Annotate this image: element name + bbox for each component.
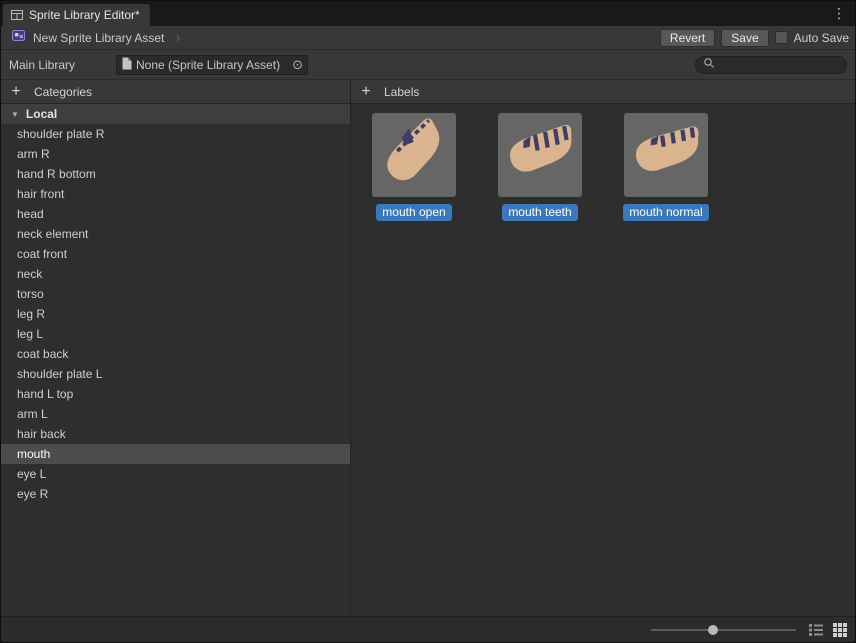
label-card[interactable]: mouth teeth	[498, 113, 582, 221]
label-name-badge[interactable]: mouth normal	[623, 204, 708, 221]
asset-file-icon	[121, 57, 132, 73]
category-label: shoulder plate L	[17, 367, 102, 381]
category-row[interactable]: shoulder plate L	[1, 364, 350, 384]
category-row[interactable]: coat front	[1, 244, 350, 264]
category-row[interactable]: neck	[1, 264, 350, 284]
thumbnail-size-slider[interactable]	[651, 622, 796, 638]
category-label: arm L	[17, 407, 48, 421]
breadcrumb-chevron-icon: ›	[175, 29, 180, 46]
toolbar: New Sprite Library Asset › Revert Save A…	[1, 26, 855, 50]
slider-track	[651, 629, 796, 631]
sprite-library-asset-icon	[11, 28, 27, 47]
auto-save-label: Auto Save	[794, 31, 849, 45]
save-button[interactable]: Save	[721, 29, 768, 47]
category-label: head	[17, 207, 44, 221]
sprite-library-editor-icon	[10, 8, 24, 22]
local-group-row[interactable]: ▼ Local	[1, 104, 350, 124]
label-pill-wrap: mouth normal	[623, 204, 708, 221]
category-row[interactable]: hair back	[1, 424, 350, 444]
add-category-button[interactable]: +	[9, 84, 23, 100]
sprite-image	[372, 113, 456, 197]
bottom-bar	[1, 616, 855, 642]
category-row[interactable]: arm L	[1, 404, 350, 424]
local-group-label: Local	[26, 107, 57, 121]
category-row[interactable]: eye R	[1, 484, 350, 504]
category-row[interactable]: head	[1, 204, 350, 224]
labels-grid: mouth open mouth teeth mouth normal	[351, 104, 855, 616]
label-pill-wrap: mouth open	[376, 204, 451, 221]
category-row[interactable]: shoulder plate R	[1, 124, 350, 144]
tab-bar: Sprite Library Editor* ⋮	[1, 1, 855, 26]
category-label: mouth	[17, 447, 50, 461]
main-library-object-field[interactable]: None (Sprite Library Asset) ⊙	[116, 55, 308, 75]
sprite-image	[498, 113, 582, 197]
main-library-label: Main Library	[9, 58, 116, 72]
kebab-menu-icon[interactable]: ⋮	[823, 5, 855, 22]
category-row[interactable]: coat back	[1, 344, 350, 364]
object-picker-icon[interactable]: ⊙	[291, 58, 304, 71]
list-view-icon[interactable]	[808, 622, 824, 638]
category-row[interactable]: torso	[1, 284, 350, 304]
category-label: hand L top	[17, 387, 73, 401]
foldout-icon[interactable]: ▼	[11, 110, 19, 119]
category-label: neck element	[17, 227, 88, 241]
sprite-thumbnail[interactable]	[498, 113, 582, 197]
category-row[interactable]: arm R	[1, 144, 350, 164]
category-row[interactable]: neck element	[1, 224, 350, 244]
category-row[interactable]: eye L	[1, 464, 350, 484]
category-label: hair back	[17, 427, 66, 441]
sprite-thumbnail[interactable]	[372, 113, 456, 197]
object-field-value: None (Sprite Library Asset)	[136, 58, 287, 72]
search-field[interactable]	[695, 56, 847, 74]
main-library-row: Main Library None (Sprite Library Asset)…	[1, 50, 855, 80]
category-label: leg R	[17, 307, 45, 321]
categories-panel: + Categories ▼ Local shoulder plate R ar…	[1, 80, 351, 616]
label-name-badge[interactable]: mouth teeth	[502, 204, 577, 221]
breadcrumb-label: New Sprite Library Asset	[33, 31, 164, 45]
category-label: shoulder plate R	[17, 127, 104, 141]
label-pill-wrap: mouth teeth	[502, 204, 577, 221]
sprite-library-editor-window: Sprite Library Editor* ⋮ New Sprite Libr…	[0, 0, 856, 643]
category-label: coat front	[17, 247, 67, 261]
add-label-button[interactable]: +	[359, 84, 373, 100]
category-row[interactable]: hand L top	[1, 384, 350, 404]
category-label: arm R	[17, 147, 50, 161]
category-label: hair front	[17, 187, 64, 201]
categories-title: Categories	[34, 85, 92, 99]
category-label: leg L	[17, 327, 43, 341]
tab-sprite-library-editor[interactable]: Sprite Library Editor*	[3, 4, 150, 26]
breadcrumb[interactable]: New Sprite Library Asset ›	[7, 28, 184, 47]
categories-list: ▼ Local shoulder plate R arm R hand R bo…	[1, 104, 350, 616]
label-card[interactable]: mouth open	[372, 113, 456, 221]
label-card[interactable]: mouth normal	[624, 113, 708, 221]
search-icon	[703, 57, 715, 72]
labels-panel: + Labels mouth open mouth teeth mouth no…	[351, 80, 855, 616]
toolbar-actions: Revert Save Auto Save	[660, 29, 849, 47]
category-row[interactable]: hair front	[1, 184, 350, 204]
auto-save-checkbox[interactable]	[775, 31, 788, 44]
categories-header: + Categories	[1, 80, 350, 104]
tab-title: Sprite Library Editor*	[29, 8, 140, 22]
grid-view-icon[interactable]	[832, 622, 848, 638]
category-row[interactable]: hand R bottom	[1, 164, 350, 184]
thumbnail-size-slider-knob[interactable]	[708, 625, 718, 635]
category-label: coat back	[17, 347, 68, 361]
labels-header: + Labels	[351, 80, 855, 104]
category-row[interactable]: mouth	[1, 444, 350, 464]
labels-title: Labels	[384, 85, 419, 99]
search-input[interactable]	[720, 58, 839, 72]
category-label: neck	[17, 267, 42, 281]
category-label: hand R bottom	[17, 167, 96, 181]
content-area: + Categories ▼ Local shoulder plate R ar…	[1, 80, 855, 616]
label-name-badge[interactable]: mouth open	[376, 204, 451, 221]
category-row[interactable]: leg R	[1, 304, 350, 324]
sprite-image	[624, 113, 708, 197]
category-row[interactable]: leg L	[1, 324, 350, 344]
sprite-thumbnail[interactable]	[624, 113, 708, 197]
category-label: torso	[17, 287, 44, 301]
revert-button[interactable]: Revert	[660, 29, 715, 47]
category-label: eye R	[17, 487, 48, 501]
category-label: eye L	[17, 467, 46, 481]
